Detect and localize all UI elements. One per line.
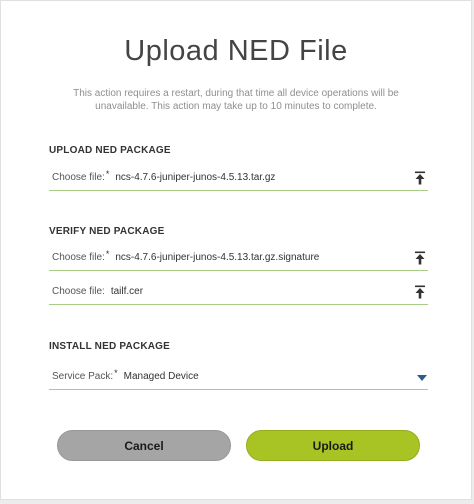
upload-ned-dialog: Upload NED File This action requires a r… — [0, 0, 472, 500]
ned-package-file-value: ncs-4.7.6-juniper-junos-4.5.13.tar.gz — [115, 172, 276, 183]
upload-icon[interactable] — [414, 251, 426, 265]
certificate-file-value: tailf.cer — [110, 286, 144, 297]
service-pack-value: Managed Device — [123, 371, 199, 382]
certificate-file-label: Choose file: — [52, 286, 105, 297]
upload-icon[interactable] — [414, 285, 426, 299]
install-section-title: INSTALL NED PACKAGE — [49, 341, 171, 352]
upload-button[interactable]: Upload — [246, 430, 420, 461]
chevron-down-icon[interactable] — [416, 374, 428, 382]
signature-file-field[interactable]: Choose file: * ncs-4.7.6-juniper-junos-4… — [49, 245, 428, 271]
signature-file-label: Choose file: — [52, 252, 105, 263]
required-mark: * — [105, 248, 110, 259]
ned-package-file-label: Choose file: — [52, 172, 105, 183]
certificate-file-field[interactable]: Choose file: tailf.cer — [49, 279, 428, 305]
dialog-subtitle: This action requires a restart, during t… — [73, 88, 399, 112]
upload-icon[interactable] — [414, 171, 426, 185]
verify-section-title: VERIFY NED PACKAGE — [49, 226, 165, 237]
dialog-title: Upload NED File — [124, 35, 348, 67]
upload-section-title: UPLOAD NED PACKAGE — [49, 145, 171, 156]
service-pack-label: Service Pack: — [52, 371, 114, 382]
signature-file-value: ncs-4.7.6-juniper-junos-4.5.13.tar.gz.si… — [115, 252, 320, 263]
service-pack-select[interactable]: Service Pack: * Managed Device — [49, 364, 428, 390]
required-mark: * — [114, 367, 118, 378]
required-mark: * — [105, 168, 110, 179]
cancel-button[interactable]: Cancel — [57, 430, 231, 461]
ned-package-file-field[interactable]: Choose file: * ncs-4.7.6-juniper-junos-4… — [49, 165, 428, 191]
